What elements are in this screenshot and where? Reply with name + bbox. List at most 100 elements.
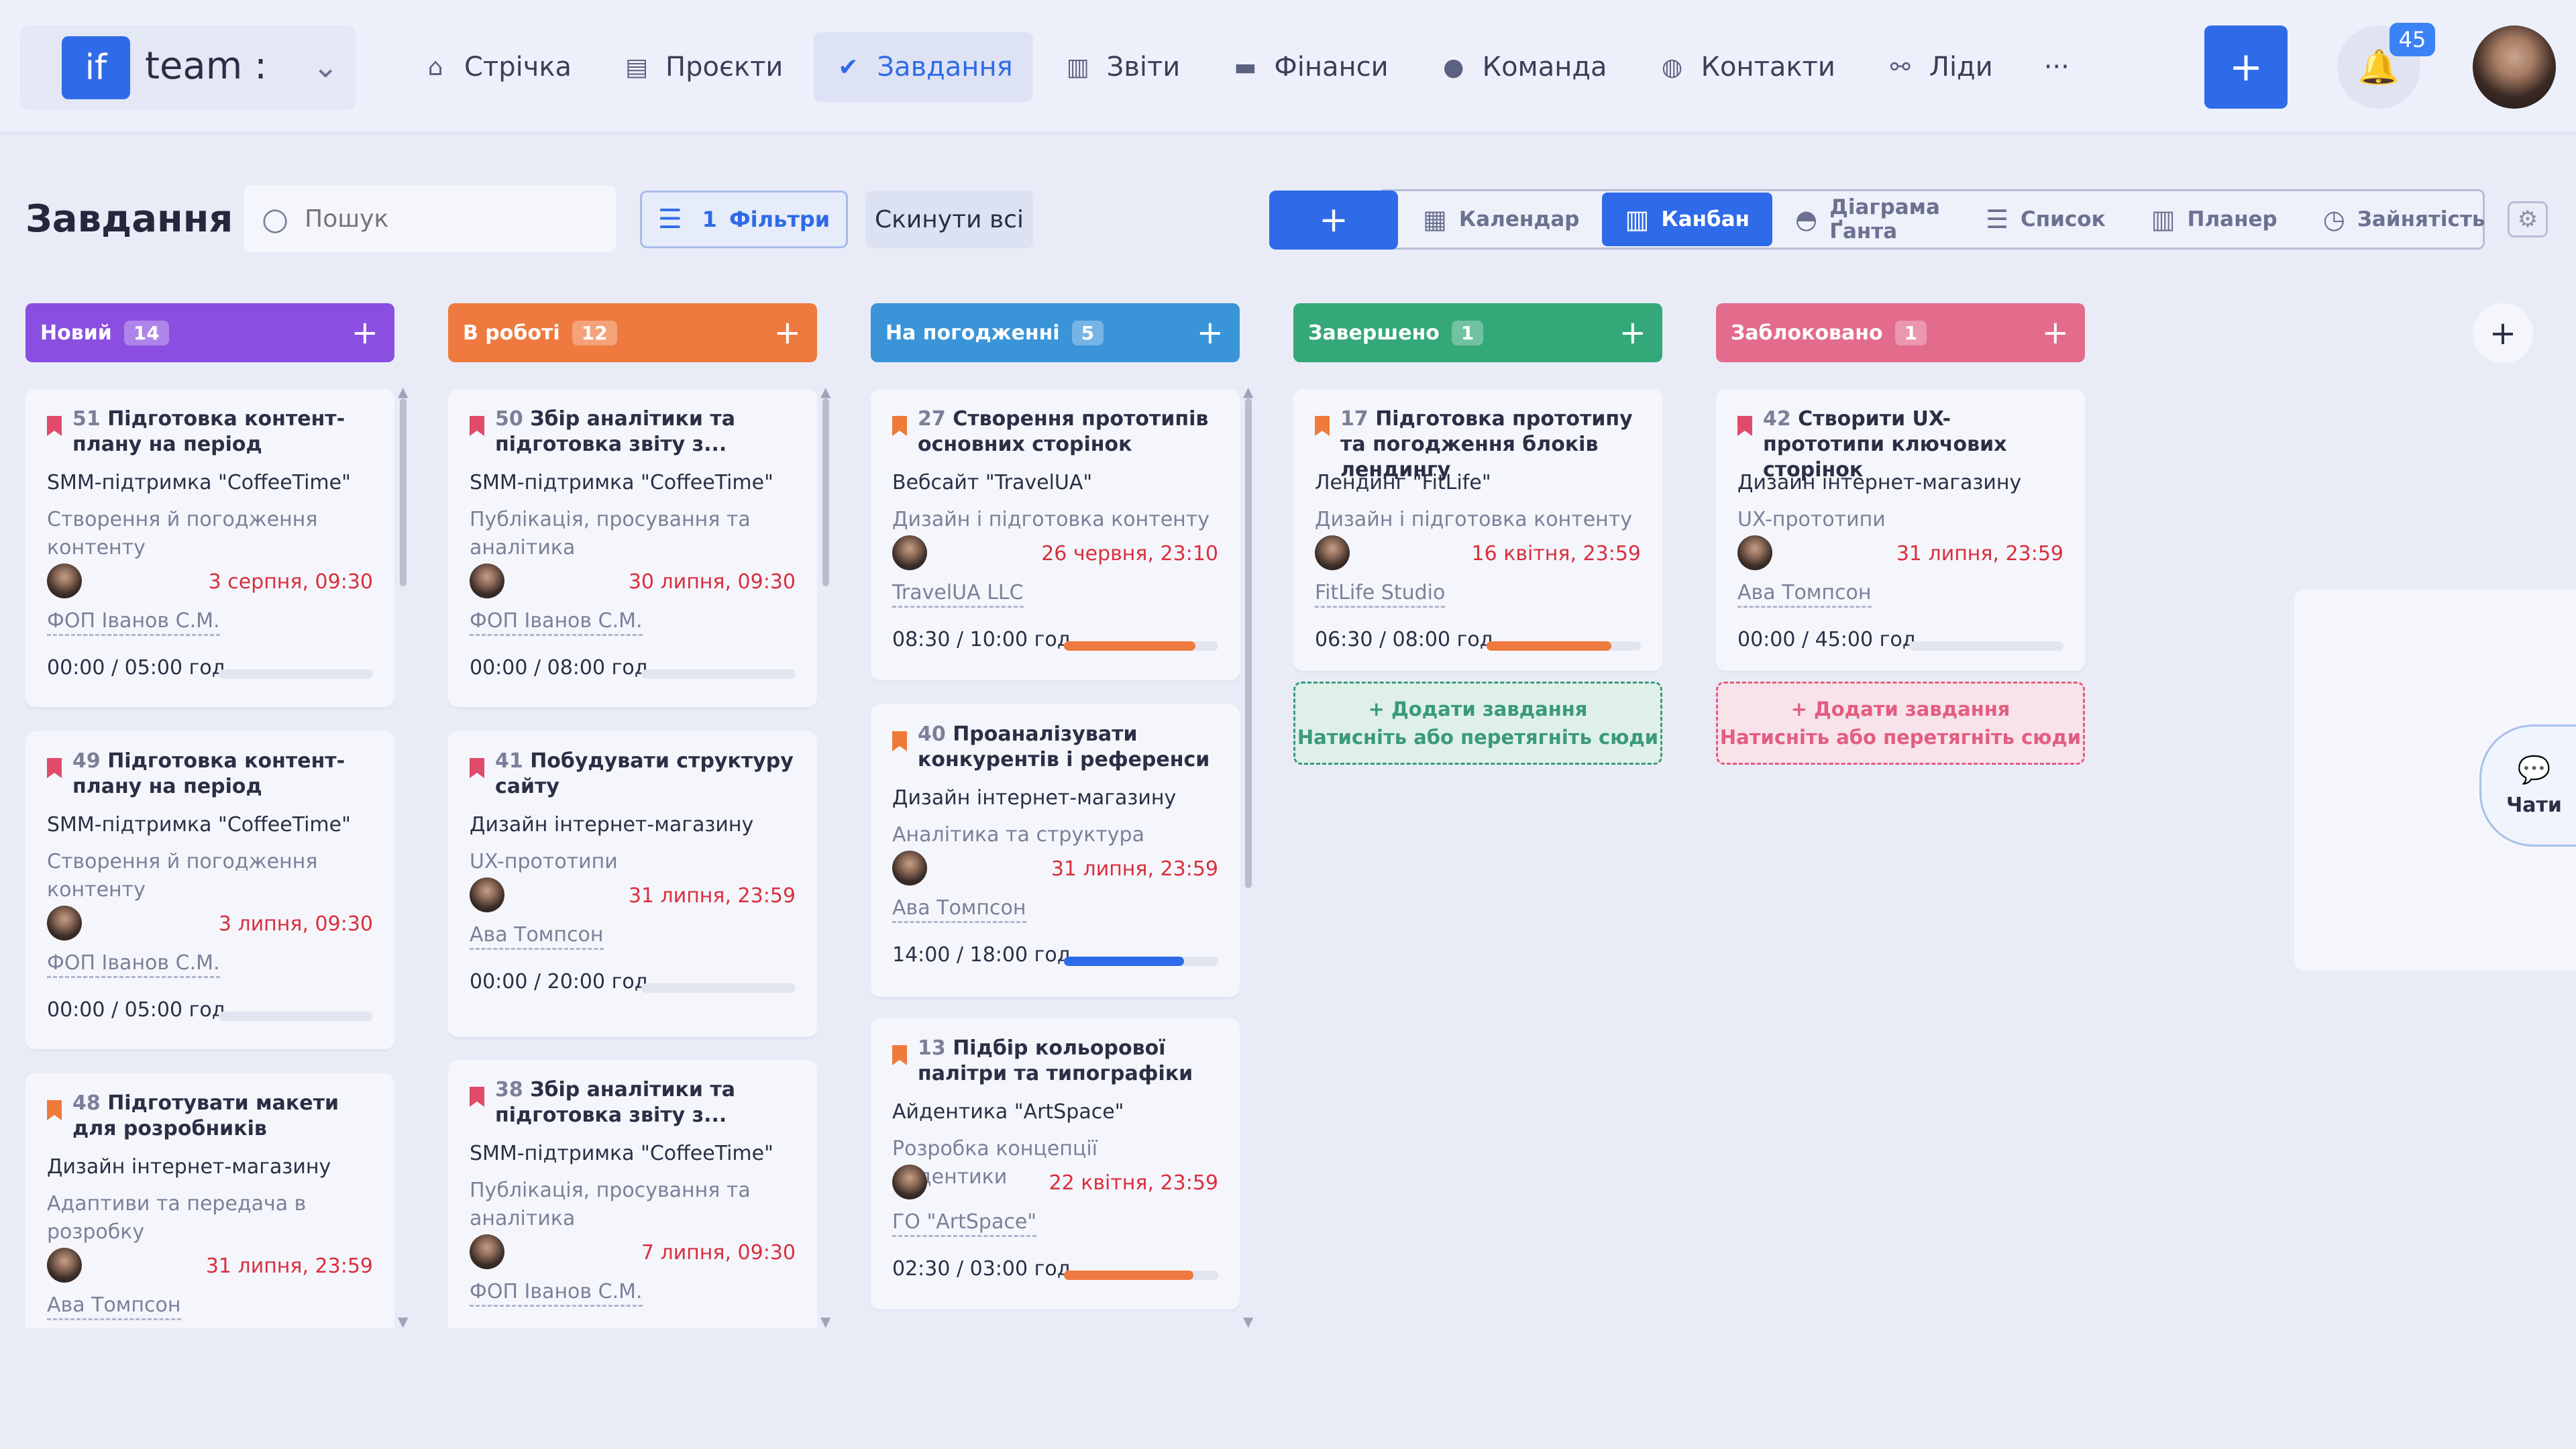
assignee-avatar [892, 1165, 927, 1199]
task-title: 51 Підготовка контент-плану на період [72, 407, 381, 458]
filters-button[interactable]: ☰ 1 Фільтри [640, 191, 848, 248]
search-input[interactable] [305, 205, 587, 233]
column-scrollbar[interactable] [400, 389, 407, 1328]
task-client[interactable]: FitLife Studio [1315, 581, 1446, 608]
task-client[interactable]: ФОП Іванов С.М. [47, 951, 220, 978]
task-time-tracked: 06:30 / 08:00 год [1315, 628, 1494, 651]
task-client[interactable]: Ава Томпсон [470, 923, 604, 950]
nav-item-leads[interactable]: ⚯ Ліди [1866, 32, 2013, 102]
nav-item-tasks[interactable]: ✔ Завдання [814, 32, 1033, 102]
scrollbar-thumb[interactable] [822, 398, 829, 586]
task-progress-bar [219, 669, 373, 679]
column-count: 1 [1451, 320, 1484, 345]
task-client[interactable]: Ава Томпсон [47, 1293, 181, 1320]
view-label: Список [2021, 207, 2106, 231]
nav-item-projects[interactable]: ▤ Проєкти [602, 32, 803, 102]
task-card[interactable]: 13 Підбір кольорової палітри та типограф… [871, 1018, 1240, 1309]
user-avatar[interactable] [2473, 25, 2556, 109]
add-task-button[interactable]: + [1269, 191, 1398, 250]
column-title: На погодженні [885, 321, 1060, 345]
column-add-button[interactable]: + [774, 314, 801, 352]
report-icon: ▥ [1066, 53, 1089, 81]
task-number: 50 [495, 407, 523, 431]
bookmark-flag-icon [1315, 416, 1330, 436]
column-title: В роботі [463, 321, 560, 345]
column-add-button[interactable]: + [1197, 314, 1224, 352]
column-add-button[interactable]: + [2042, 314, 2069, 352]
scrollbar-thumb[interactable] [400, 398, 407, 586]
column-scrollbar[interactable] [822, 389, 829, 1328]
scroll-up-icon[interactable]: ▲ [1243, 384, 1253, 400]
task-card[interactable]: 42 Створити UX-прототипи ключових сторін… [1716, 389, 2085, 671]
column-scrollbar[interactable] [1245, 389, 1252, 1328]
scroll-down-icon[interactable]: ▼ [398, 1313, 408, 1330]
task-time-tracked: 14:00 / 18:00 год [892, 943, 1071, 967]
view-gantt[interactable]: ◓ Діаграма Ґанта [1772, 193, 1963, 246]
column-title: Новий [40, 321, 112, 345]
task-project: Лендинг "FitLife" [1315, 471, 1491, 494]
nav-more-button[interactable]: ··· [2024, 32, 2090, 102]
nav-label: Ліди [1929, 52, 1993, 83]
task-client[interactable]: Ава Томпсон [892, 896, 1026, 923]
view-list[interactable]: ☰ Список [1963, 193, 2129, 246]
view-kanban[interactable]: ▥ Канбан [1602, 193, 1773, 246]
task-client[interactable]: Ава Томпсон [1737, 581, 1872, 608]
task-project: Дизайн інтернет-магазину [1737, 471, 2022, 494]
list-icon: ☰ [1985, 205, 2009, 234]
task-card[interactable]: 27 Створення прототипів основних сторіно… [871, 389, 1240, 680]
task-client[interactable]: ФОП Іванов С.М. [470, 609, 643, 636]
task-card[interactable]: 50 Збір аналітики та підготовка звіту з.… [448, 389, 817, 707]
view-planner[interactable]: ▥ Планер [2129, 193, 2300, 246]
global-add-button[interactable]: + [2204, 25, 2288, 109]
view-workload[interactable]: ◷ Зайнятість [2300, 193, 2508, 246]
scroll-down-icon[interactable]: ▼ [820, 1313, 830, 1330]
task-card[interactable]: 41 Побудувати структуру сайту Дизайн інте… [448, 731, 817, 1037]
task-project: SMM-підтримка "CoffeeTime" [47, 471, 351, 494]
task-client[interactable]: ФОП Іванов С.М. [470, 1280, 643, 1307]
task-progress-bar [1064, 957, 1218, 966]
scroll-down-icon[interactable]: ▼ [1243, 1313, 1253, 1330]
task-card[interactable]: 48 Підготувати макети для розробників Диз… [25, 1073, 394, 1328]
task-project: Айдентика "ArtSpace" [892, 1100, 1124, 1124]
task-title-text: Проаналізувати конкурентів і референси [918, 722, 1210, 771]
nav-label: Команда [1482, 52, 1607, 83]
column-add-button[interactable]: + [352, 314, 378, 352]
task-client[interactable]: TravelUA LLC [892, 581, 1024, 608]
search-box[interactable]: ○ [244, 185, 616, 252]
check-circle-icon: ✔ [838, 53, 859, 81]
task-client[interactable]: ФОП Іванов С.М. [47, 609, 220, 636]
board-settings-button[interactable]: ⚙ [2508, 201, 2548, 237]
nav-item-reports[interactable]: ▥ Звіти [1044, 32, 1201, 102]
chats-button[interactable]: 💬 Чати [2479, 724, 2576, 847]
column-add-button[interactable]: + [1619, 314, 1646, 352]
nav-item-contacts[interactable]: ◍ Контакти [1638, 32, 1856, 102]
workspace-logo: if [62, 36, 130, 99]
task-card[interactable]: 51 Підготовка контент-плану на період SMM… [25, 389, 394, 707]
task-client[interactable]: ГО "ArtSpace" [892, 1210, 1037, 1237]
add-task-dropzone[interactable]: + Додати завдання Натисніть або перетягні… [1716, 682, 2085, 765]
task-time-tracked: 00:00 / 08:00 год [470, 656, 649, 680]
task-card[interactable]: 49 Підготовка контент-плану на період SMM… [25, 731, 394, 1049]
reset-filters-button[interactable]: Скинути всі [865, 191, 1033, 248]
wallet-icon: ▬ [1234, 53, 1257, 81]
bookmark-flag-icon [47, 758, 62, 778]
scroll-up-icon[interactable]: ▲ [398, 384, 408, 400]
nav-item-feed[interactable]: ⌂ Стрічка [401, 32, 592, 102]
sliders-icon: ☰ [657, 204, 682, 235]
nav-item-team[interactable]: ● Команда [1419, 32, 1627, 102]
add-task-dropzone[interactable]: + Додати завдання Натисніть або перетягні… [1293, 682, 1662, 765]
view-calendar[interactable]: ▦ Календар [1400, 193, 1602, 246]
nav-label: Звіти [1106, 52, 1181, 83]
user-icon: ● [1442, 53, 1464, 81]
nav-label: Фінанси [1274, 52, 1389, 83]
task-card[interactable]: 38 Збір аналітики та підготовка звіту з.… [448, 1060, 817, 1328]
workspace-switcher[interactable]: if team : ⌄ [20, 25, 356, 110]
scroll-up-icon[interactable]: ▲ [820, 384, 830, 400]
scrollbar-thumb[interactable] [1245, 398, 1252, 888]
nav-item-finance[interactable]: ▬ Фінанси [1211, 32, 1408, 102]
column-count: 14 [123, 320, 169, 345]
task-due-date: 30 липня, 09:30 [628, 570, 796, 594]
add-column-button[interactable]: + [2473, 303, 2533, 364]
task-card[interactable]: 40 Проаналізувати конкурентів і референс… [871, 704, 1240, 997]
task-card[interactable]: 17 Підготовка прототипу та погодження бл… [1293, 389, 1662, 671]
